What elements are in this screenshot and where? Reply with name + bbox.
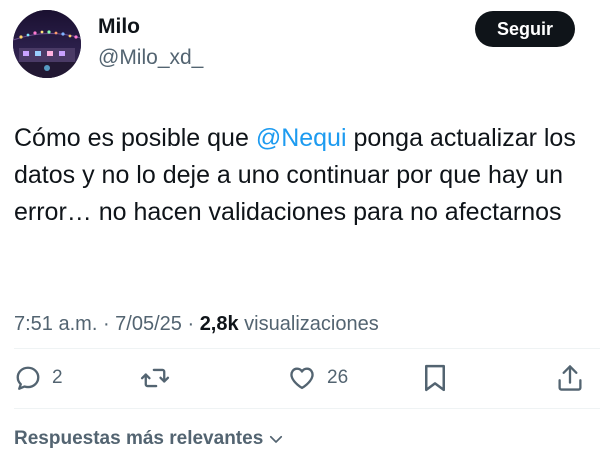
divider [14, 348, 600, 349]
bookmark-icon [425, 364, 445, 392]
divider [14, 408, 600, 409]
mention-link[interactable]: @Nequi [256, 124, 347, 152]
bookmark-button[interactable] [422, 360, 448, 396]
tweet-time[interactable]: 7:51 a.m. [14, 313, 97, 335]
tweet-text: Cómo es posible que @Nequi ponga actuali… [14, 120, 589, 231]
tweet-meta: 7:51 a.m. · 7/05/25 · 2,8k visualizacion… [14, 311, 379, 337]
retweet-button[interactable] [140, 360, 170, 396]
avatar[interactable] [13, 10, 81, 78]
retweet-icon [140, 368, 170, 388]
like-button[interactable]: 26 [287, 360, 348, 396]
avatar-photo [13, 10, 81, 78]
tweet-date[interactable]: 7/05/25 [115, 313, 182, 335]
author-handle[interactable]: @Milo_xd_ [98, 45, 203, 71]
action-bar: 2 26 [0, 360, 600, 396]
share-button[interactable] [556, 360, 584, 396]
author-display-name[interactable]: Milo [98, 14, 140, 40]
follow-button[interactable]: Seguir [475, 11, 575, 47]
meta-separator: · [181, 313, 200, 335]
chevron-down-icon [270, 435, 283, 443]
replies-sort-dropdown[interactable]: Respuestas más relevantes [14, 428, 285, 450]
views-label: visualizaciones [238, 313, 379, 335]
like-icon [290, 367, 314, 390]
reply-count: 2 [52, 367, 63, 388]
reply-button[interactable]: 2 [14, 360, 63, 396]
views-count: 2,8k [199, 313, 239, 335]
reply-icon [16, 366, 40, 390]
like-count: 26 [327, 367, 349, 388]
tweet-text-before: Cómo es posible que [14, 124, 256, 152]
replies-sort-label: Respuestas más relevantes [14, 428, 264, 449]
meta-separator: · [97, 313, 116, 335]
share-icon [558, 365, 582, 391]
